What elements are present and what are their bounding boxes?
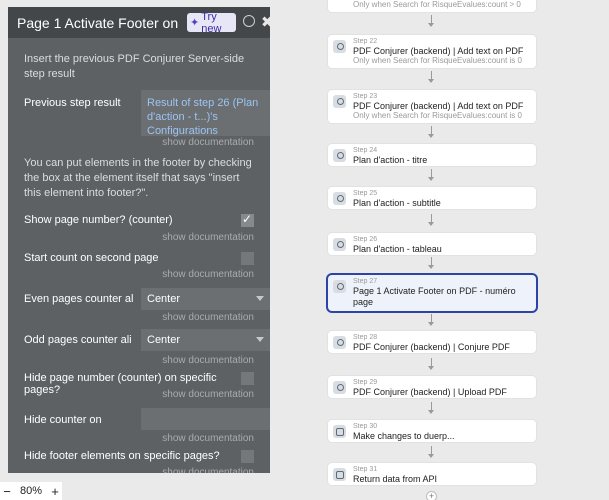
chevron-down-icon	[256, 296, 264, 301]
intro-text: Insert the previous PDF Conjurer Server-…	[24, 53, 245, 80]
workflow-step[interactable]: Step 26 Plan d'action - tableau	[328, 233, 536, 255]
even-pages-row: Even pages counter al Center show docume…	[24, 288, 270, 329]
plug-icon	[333, 149, 346, 162]
workflow-step[interactable]: Step 22 PDF Conjurer (backend) | Add text…	[328, 35, 536, 68]
plug-icon	[333, 336, 346, 349]
plug-icon	[333, 192, 346, 205]
step-title: Make changes to duerp...	[353, 431, 455, 441]
step-title: PDF Conjurer (backend) | Upload PDF	[353, 387, 507, 397]
step-title: Plan d'action - tableau	[353, 244, 442, 254]
hide-page-number-row: Hide page number (counter) on specific p…	[24, 371, 254, 407]
step-number: Step 24	[353, 147, 378, 154]
workflow-step[interactable]: Step 31 Return data from API	[328, 463, 536, 485]
step-title: Return data from API	[353, 474, 438, 484]
step-number: Step 23	[353, 93, 378, 100]
show-documentation-link[interactable]: show documentation	[162, 312, 254, 323]
step-condition: Only when Search for RisqueEvalues:count…	[353, 111, 522, 120]
database-icon	[333, 468, 346, 481]
workflow-step[interactable]: Step 30 Make changes to duerp...	[328, 420, 536, 442]
panel-body: Insert the previous PDF Conjurer Server-…	[8, 38, 270, 473]
hide-counter-on-input[interactable]	[141, 408, 270, 430]
odd-pages-select[interactable]: Center	[141, 329, 270, 351]
try-new-button[interactable]: ✦ Try new	[187, 10, 236, 35]
show-page-number-checkbox[interactable]	[241, 212, 254, 227]
zoom-level: 80%	[19, 485, 43, 497]
step-title: Plan d'action - titre	[353, 155, 428, 165]
hide-footer-label: Hide footer elements on specific pages?	[24, 450, 220, 462]
workflow-step[interactable]: Step 25 Plan d'action - subtitle	[328, 187, 536, 209]
step-condition: Only when Search for RisqueEvalues:count…	[353, 0, 521, 9]
odd-pages-label: Odd pages counter ali	[24, 334, 132, 346]
step-number: Step 22	[353, 38, 378, 45]
zoom-in-button[interactable]: +	[48, 484, 62, 499]
show-documentation-link[interactable]: show documentation	[162, 467, 254, 473]
add-step-icon[interactable]: +	[426, 491, 437, 500]
chevron-down-icon	[256, 337, 264, 342]
hide-counter-on-label: Hide counter on	[24, 414, 102, 426]
plug-icon	[333, 280, 346, 293]
zoom-control: − 80% +	[0, 482, 62, 500]
step-number: Step 27	[353, 278, 378, 285]
step-number: Step 31	[353, 466, 378, 473]
even-pages-label: Even pages counter al	[24, 293, 134, 305]
step-number: Step 28	[353, 334, 378, 341]
show-documentation-link[interactable]: show documentation	[162, 433, 254, 444]
start-count-checkbox[interactable]	[241, 252, 254, 265]
plug-icon	[333, 238, 346, 251]
hide-footer-checkbox[interactable]	[241, 450, 254, 463]
step-number: Step 26	[353, 236, 378, 243]
odd-pages-value: Center	[147, 334, 181, 346]
step-title: Plan d'action - subtitle	[353, 198, 441, 208]
odd-pages-row: Odd pages counter ali Center show docume…	[24, 329, 270, 371]
plug-icon	[333, 95, 346, 108]
comment-icon[interactable]	[243, 15, 255, 27]
show-documentation-link[interactable]: show documentation	[162, 389, 254, 400]
workflow-step[interactable]: Step 29 PDF Conjurer (backend) | Upload P…	[328, 376, 536, 398]
previous-step-value[interactable]: Result of step 26 (Plan d'action - t...)…	[141, 90, 270, 137]
plug-icon	[333, 381, 346, 394]
panel-title[interactable]: Page 1 Activate Footer on PDF - numéro p…	[17, 15, 179, 31]
show-page-number-label: Show page number? (counter)	[24, 214, 173, 226]
hide-footer-row: Hide footer elements on specific pages? …	[24, 448, 254, 473]
even-pages-value: Center	[147, 293, 181, 305]
database-icon	[333, 425, 346, 438]
even-pages-select[interactable]: Center	[141, 288, 270, 310]
step-number: Step 30	[353, 423, 378, 430]
show-documentation-link[interactable]: show documentation	[162, 232, 254, 243]
show-documentation-link[interactable]: show documentation	[162, 137, 254, 148]
workflow-step[interactable]: Step 24 Plan d'action - titre	[328, 144, 536, 166]
show-page-number-row: Show page number? (counter) show documen…	[24, 212, 254, 250]
hide-page-number-checkbox[interactable]	[241, 372, 254, 385]
step-title: Page 1 Activate Footer on PDF - numéro p…	[353, 286, 516, 307]
footer-note: You can put elements in the footer by ch…	[24, 157, 252, 199]
step-number: Step 25	[353, 190, 378, 197]
try-new-label: Try new	[201, 10, 222, 35]
zoom-out-button[interactable]: −	[0, 484, 14, 499]
workflow-step[interactable]: Step 23 PDF Conjurer (backend) | Add text…	[328, 90, 536, 123]
property-editor-panel: Page 1 Activate Footer on PDF - numéro p…	[8, 7, 270, 473]
start-count-label: Start count on second page	[24, 252, 159, 264]
hide-counter-on-row: Hide counter on show documentation	[24, 407, 270, 448]
plug-icon	[333, 40, 346, 53]
step-title: PDF Conjurer (backend) | Conjure PDF	[353, 342, 510, 352]
sparkle-icon: ✦	[190, 17, 200, 29]
previous-step-label: Previous step result	[24, 97, 121, 109]
close-icon[interactable]: ✖	[261, 13, 270, 31]
workflow-step[interactable]: Step 28 PDF Conjurer (backend) | Conjure …	[328, 331, 536, 353]
workflow-step[interactable]: Step 27 Page 1 Activate Footer on PDF - n…	[328, 275, 536, 311]
panel-header: Page 1 Activate Footer on PDF - numéro p…	[8, 7, 270, 38]
step-condition: Only when Search for RisqueEvalues:count…	[353, 56, 522, 65]
start-count-row: Start count on second page show document…	[24, 250, 254, 288]
step-number: Step 29	[353, 379, 378, 386]
previous-step-row: Previous step result Result of step 26 (…	[24, 90, 270, 156]
show-documentation-link[interactable]: show documentation	[162, 269, 254, 280]
show-documentation-link[interactable]: show documentation	[162, 355, 254, 366]
